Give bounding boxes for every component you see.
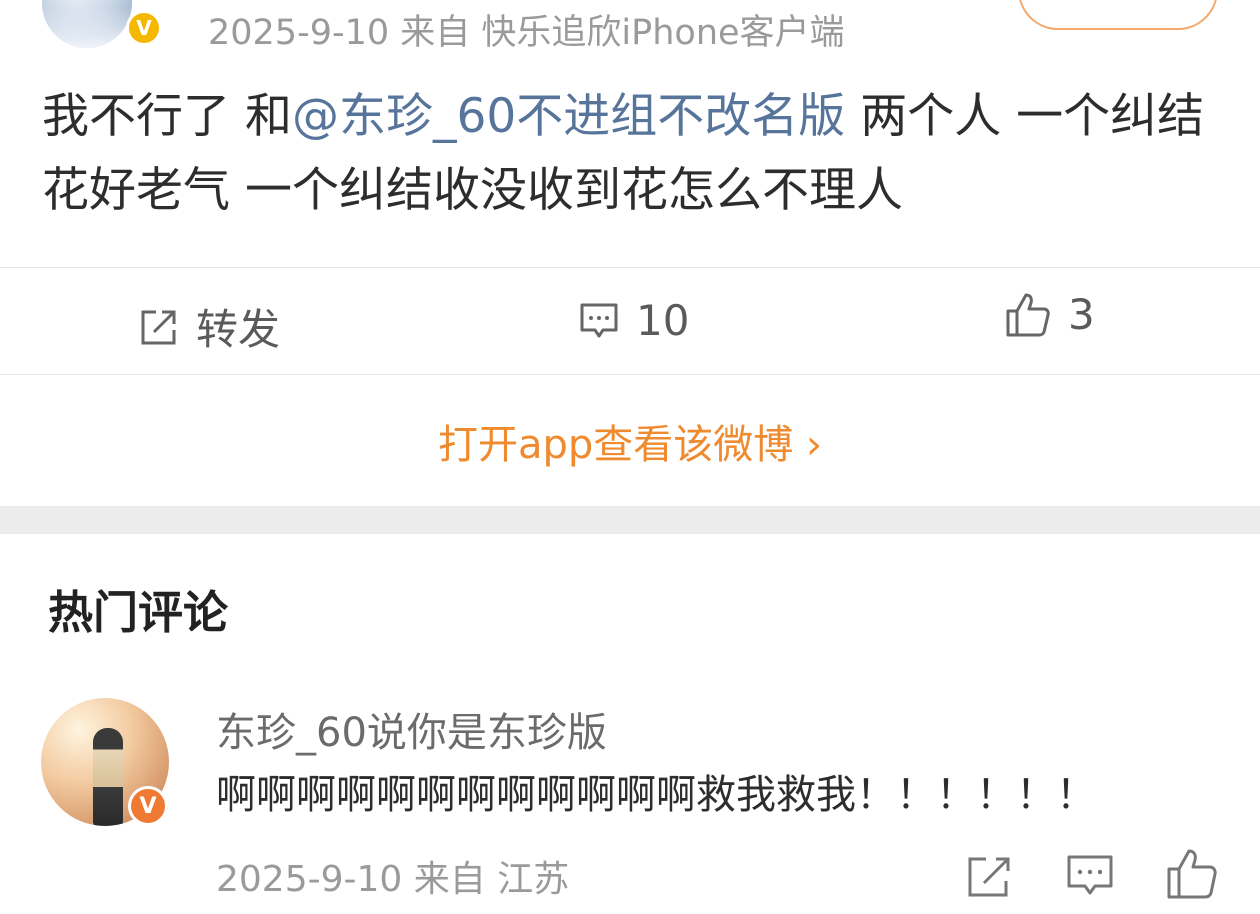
section-separator [0,506,1260,534]
open-app-link[interactable]: 打开app查看该微博 › [0,412,1260,470]
comment-icon [580,303,618,337]
comment-icon [1067,855,1113,895]
post-text-before: 我不行了 和 [42,89,292,144]
share-icon [968,857,1010,897]
mention-link[interactable]: @东珍_60不进组不改名版 [292,89,845,144]
repost-button[interactable]: 转发 [138,296,280,357]
verified-badge-icon: V [126,10,162,46]
author-avatar[interactable] [42,0,132,48]
divider [0,374,1260,375]
comment-button[interactable]: 10 [578,296,689,345]
repost-label: 转发 [196,305,281,354]
commenter-name[interactable]: 东珍_60说你是东珍版 [216,700,607,758]
like-icon [1167,849,1217,899]
post-text: 我不行了 和@东珍_60不进组不改名版 两个人 一个纠结花好老气 一个纠结收没收… [42,80,1222,228]
like-button[interactable]: 3 [1004,290,1095,339]
post-meta: 2025-9-10 来自 快乐追欣iPhone客户端 [208,13,845,53]
comment-share-button[interactable] [964,852,1016,900]
hot-comments-title: 热门评论 [48,586,229,639]
verified-badge-icon: V [128,786,168,826]
comment-text: 啊啊啊啊啊啊啊啊啊啊啊啊救我救我！！！！！！ [216,772,1096,818]
like-icon [1006,293,1050,336]
comment-count: 10 [636,296,690,345]
comment-like-button[interactable] [1164,846,1220,902]
follow-button[interactable] [1018,0,1218,30]
comment-meta: 2025-9-10 来自 江苏 [216,859,570,900]
divider [0,267,1260,268]
share-icon [141,310,176,344]
comment-reply-button[interactable] [1064,852,1116,900]
like-count: 3 [1068,290,1095,339]
